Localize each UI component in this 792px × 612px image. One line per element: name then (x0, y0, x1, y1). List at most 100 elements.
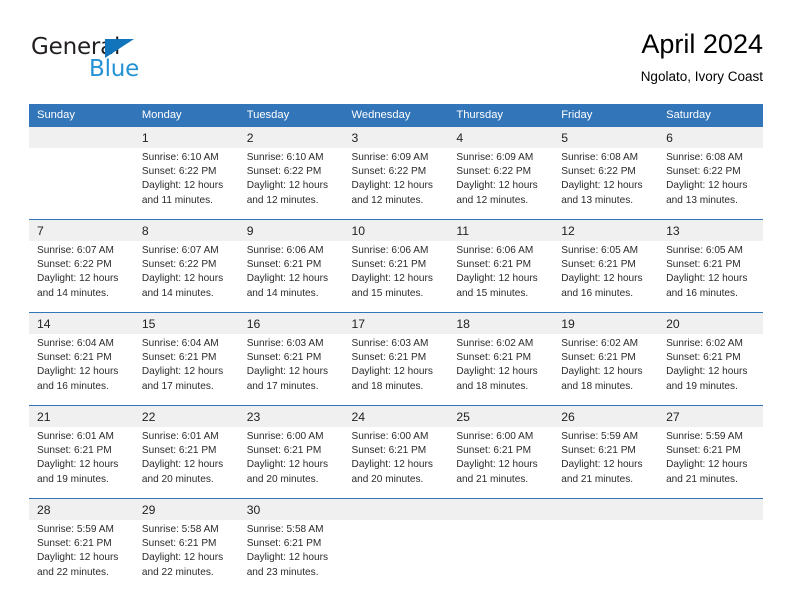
daylight-text-line1: Daylight: 12 hours (246, 180, 329, 192)
day-number[interactable]: 28 (29, 498, 134, 520)
day-cell[interactable]: Sunrise: 6:00 AM Sunset: 6:21 PM Dayligh… (343, 427, 449, 499)
day-cell[interactable]: Sunrise: 6:06 AM Sunset: 6:21 PM Dayligh… (448, 241, 554, 313)
daylight-text-line2: and 20 minutes. (246, 473, 319, 485)
day-number[interactable]: 25 (448, 405, 554, 427)
day-cell[interactable]: Sunrise: 6:08 AM Sunset: 6:22 PM Dayligh… (658, 148, 763, 220)
daylight-text-line2: and 12 minutes. (351, 194, 424, 206)
day-number[interactable]: 5 (553, 126, 659, 148)
day-number[interactable]: 27 (658, 405, 763, 427)
day-cell[interactable]: Sunrise: 5:59 AM Sunset: 6:21 PM Dayligh… (553, 427, 659, 499)
sunrise-sunset-calendar: Sunday Monday Tuesday Wednesday Thursday… (29, 104, 763, 591)
daylight-text-line2: and 18 minutes. (561, 380, 634, 392)
day-number[interactable]: 7 (29, 219, 134, 241)
day-cell[interactable]: Sunrise: 6:05 AM Sunset: 6:21 PM Dayligh… (553, 241, 659, 313)
day-cell[interactable]: Sunrise: 6:02 AM Sunset: 6:21 PM Dayligh… (553, 334, 659, 406)
day-number[interactable]: 1 (133, 126, 239, 148)
day-number[interactable]: 9 (238, 219, 344, 241)
daylight-text-line1: Daylight: 12 hours (561, 180, 643, 192)
day-number[interactable]: 21 (29, 405, 134, 427)
daylight-text-line1: Daylight: 12 hours (141, 459, 224, 471)
day-cell[interactable] (658, 520, 763, 591)
day-cell[interactable]: Sunrise: 6:03 AM Sunset: 6:21 PM Dayligh… (238, 334, 344, 406)
day-number[interactable]: 20 (658, 312, 763, 334)
day-cell[interactable]: Sunrise: 6:01 AM Sunset: 6:21 PM Dayligh… (29, 427, 134, 499)
sunset-text: Sunset: 6:22 PM (456, 166, 531, 178)
day-number[interactable]: 12 (553, 219, 659, 241)
day-number[interactable]: 30 (238, 498, 344, 520)
day-number[interactable]: 18 (448, 312, 554, 334)
day-cell[interactable] (29, 148, 134, 220)
day-cell[interactable]: Sunrise: 5:59 AM Sunset: 6:21 PM Dayligh… (658, 427, 763, 499)
day-cell[interactable]: Sunrise: 6:02 AM Sunset: 6:21 PM Dayligh… (448, 334, 554, 406)
day-cell[interactable]: Sunrise: 5:58 AM Sunset: 6:21 PM Dayligh… (133, 520, 239, 591)
sunset-text: Sunset: 6:21 PM (246, 352, 322, 364)
daylight-text-line2: and 19 minutes. (37, 473, 109, 485)
daylight-text-line1: Daylight: 12 hours (246, 273, 329, 285)
daylight-text-line1: Daylight: 12 hours (351, 273, 433, 285)
day-number[interactable] (553, 498, 659, 520)
daylight-text-line1: Daylight: 12 hours (141, 180, 224, 192)
daylight-text-line1: Daylight: 12 hours (456, 459, 538, 471)
day-cell[interactable]: Sunrise: 6:06 AM Sunset: 6:21 PM Dayligh… (238, 241, 344, 313)
day-number[interactable] (448, 498, 554, 520)
day-number[interactable]: 15 (133, 312, 239, 334)
daylight-text-line2: and 20 minutes. (351, 473, 424, 485)
day-cell[interactable]: Sunrise: 6:09 AM Sunset: 6:22 PM Dayligh… (343, 148, 449, 220)
day-cell[interactable] (553, 520, 659, 591)
day-cell[interactable]: Sunrise: 6:04 AM Sunset: 6:21 PM Dayligh… (133, 334, 239, 406)
day-number[interactable]: 24 (343, 405, 449, 427)
day-number[interactable]: 23 (238, 405, 344, 427)
day-cell[interactable]: Sunrise: 6:10 AM Sunset: 6:22 PM Dayligh… (238, 148, 344, 220)
day-cell[interactable]: Sunrise: 6:04 AM Sunset: 6:21 PM Dayligh… (29, 334, 134, 406)
daylight-text-line1: Daylight: 12 hours (37, 366, 119, 378)
day-number[interactable] (29, 126, 134, 148)
day-cell[interactable] (448, 520, 554, 591)
day-cell[interactable]: Sunrise: 6:07 AM Sunset: 6:22 PM Dayligh… (133, 241, 239, 313)
day-cell[interactable]: Sunrise: 6:10 AM Sunset: 6:22 PM Dayligh… (133, 148, 239, 220)
day-number[interactable]: 6 (658, 126, 763, 148)
day-cell[interactable]: Sunrise: 6:00 AM Sunset: 6:21 PM Dayligh… (238, 427, 344, 499)
day-number[interactable]: 14 (29, 312, 134, 334)
day-cell[interactable]: Sunrise: 6:00 AM Sunset: 6:21 PM Dayligh… (448, 427, 554, 499)
weekday-header-tuesday: Tuesday (238, 104, 344, 127)
day-number[interactable]: 8 (133, 219, 239, 241)
sunset-text: Sunset: 6:21 PM (456, 445, 531, 457)
day-cell[interactable]: Sunrise: 6:01 AM Sunset: 6:21 PM Dayligh… (133, 427, 239, 499)
day-number[interactable]: 10 (343, 219, 449, 241)
sunrise-text: Sunrise: 6:02 AM (666, 338, 743, 349)
day-number[interactable]: 17 (343, 312, 449, 334)
day-number[interactable]: 4 (448, 126, 554, 148)
day-cell[interactable]: Sunrise: 5:58 AM Sunset: 6:21 PM Dayligh… (238, 520, 344, 591)
daylight-text-line1: Daylight: 12 hours (37, 273, 119, 285)
day-cell[interactable]: Sunrise: 6:02 AM Sunset: 6:21 PM Dayligh… (658, 334, 763, 406)
weekday-header-saturday: Saturday (658, 104, 763, 127)
daylight-text-line2: and 15 minutes. (456, 287, 529, 299)
day-cell[interactable]: Sunrise: 6:05 AM Sunset: 6:21 PM Dayligh… (658, 241, 763, 313)
day-cell[interactable] (343, 520, 449, 591)
daylight-text-line2: and 12 minutes. (456, 194, 529, 206)
day-cell[interactable]: Sunrise: 6:08 AM Sunset: 6:22 PM Dayligh… (553, 148, 659, 220)
day-cell[interactable]: Sunrise: 6:09 AM Sunset: 6:22 PM Dayligh… (448, 148, 554, 220)
day-number[interactable]: 26 (553, 405, 659, 427)
day-number[interactable]: 3 (343, 126, 449, 148)
day-cell[interactable]: Sunrise: 6:07 AM Sunset: 6:22 PM Dayligh… (29, 241, 134, 313)
day-number[interactable]: 16 (238, 312, 344, 334)
day-number[interactable]: 2 (238, 126, 344, 148)
day-number[interactable] (658, 498, 763, 520)
day-number[interactable]: 19 (553, 312, 659, 334)
day-cell[interactable]: Sunrise: 6:06 AM Sunset: 6:21 PM Dayligh… (343, 241, 449, 313)
day-number[interactable]: 22 (133, 405, 239, 427)
sunrise-text: Sunrise: 6:00 AM (456, 431, 534, 442)
brand-logo[interactable]: General Blue (29, 34, 259, 90)
day-number[interactable] (343, 498, 449, 520)
daylight-text-line1: Daylight: 12 hours (456, 273, 538, 285)
sunrise-text: Sunrise: 5:58 AM (141, 524, 219, 535)
day-number[interactable]: 11 (448, 219, 554, 241)
page-title: April 2024 (641, 29, 763, 59)
daylight-text-line1: Daylight: 12 hours (561, 273, 643, 285)
daylight-text-line2: and 17 minutes. (141, 380, 214, 392)
day-number[interactable]: 29 (133, 498, 239, 520)
day-number[interactable]: 13 (658, 219, 763, 241)
day-cell[interactable]: Sunrise: 5:59 AM Sunset: 6:21 PM Dayligh… (29, 520, 134, 591)
day-cell[interactable]: Sunrise: 6:03 AM Sunset: 6:21 PM Dayligh… (343, 334, 449, 406)
